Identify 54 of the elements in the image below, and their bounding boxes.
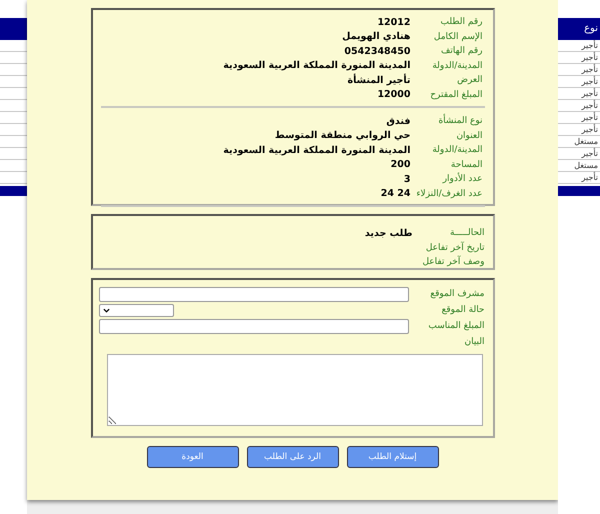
field-label: مشرف الموقع xyxy=(429,289,486,299)
table-cell: مستغل xyxy=(558,136,600,148)
table-cell: تأجير xyxy=(558,88,600,100)
table-cell: تأجير xyxy=(558,112,600,124)
table-cell: مستغل xyxy=(558,160,600,172)
action-button[interactable]: الرد على الطلب xyxy=(246,446,338,468)
table-cell: تأجير xyxy=(558,124,600,136)
field-value: تأجير المنشأة xyxy=(348,74,410,86)
table-cell: تأجير xyxy=(558,100,600,112)
field-value: 12000 xyxy=(377,89,410,100)
field-value: 12012 xyxy=(377,16,410,28)
field-value: طلب جديد xyxy=(364,228,412,239)
field-label: عدد الأدوار xyxy=(441,174,484,184)
field-value: هنادي الهويمل xyxy=(342,31,410,42)
table-cell: تأجير xyxy=(558,172,600,184)
field-label: العنوان xyxy=(455,130,484,141)
action-button[interactable]: العودة xyxy=(146,446,238,468)
field-label: وصف آخر تفاعل xyxy=(421,257,486,268)
table-cell: تأجير xyxy=(558,52,600,64)
table-cell: تأجير xyxy=(558,64,600,76)
field-value: 0542348450 xyxy=(344,46,410,57)
field-label: عدد الغرف/النزلاء xyxy=(415,188,484,199)
field-label: نوع المنشأة xyxy=(410,116,484,126)
field-label: الحالـــــة xyxy=(448,228,486,238)
dropdown[interactable] xyxy=(98,304,174,316)
field-value: المدينة المنورة المملكة العربية السعودية xyxy=(223,144,410,156)
field-value: 3 xyxy=(404,174,410,185)
table-cell: تأجير xyxy=(558,76,600,88)
field-label: الإسم الكامل xyxy=(432,32,484,42)
field-label: تاريخ آخر تفاعل xyxy=(424,242,486,253)
field-label: رقم الهاتف xyxy=(440,46,484,56)
input-field[interactable] xyxy=(98,318,408,334)
field-label: المساحة xyxy=(450,160,484,170)
field-label: المدينة/الدولة xyxy=(431,145,484,156)
field-label: البيان xyxy=(463,337,486,347)
table-header: نوع xyxy=(558,18,600,40)
field-value: حي الروابي منطقة المتوسط xyxy=(274,130,410,142)
field-value: 200 xyxy=(390,159,410,170)
field-label: المبلغ المناسب xyxy=(427,321,486,331)
table-cell: تأجير xyxy=(558,40,600,52)
text-area[interactable] xyxy=(106,354,482,426)
action-button[interactable]: إستلام الطلب xyxy=(346,446,438,468)
field-label: حالة الموقع xyxy=(440,305,486,315)
field-label: العرض xyxy=(456,75,484,86)
field-value: 24 24 xyxy=(380,188,410,200)
table-footer-bar xyxy=(558,186,600,196)
field-label: رقم الطلب xyxy=(440,17,484,28)
table-cell: تأجير xyxy=(558,148,600,160)
field-value: المدينة المنورة المملكة العربية السعودية xyxy=(223,60,410,72)
field-label: المبلغ المقترح xyxy=(429,90,484,100)
field-label: المدينة/الدولة xyxy=(431,60,484,71)
field-value: فندق xyxy=(386,116,410,127)
input-field[interactable] xyxy=(98,286,408,302)
caret-icon xyxy=(102,308,110,312)
